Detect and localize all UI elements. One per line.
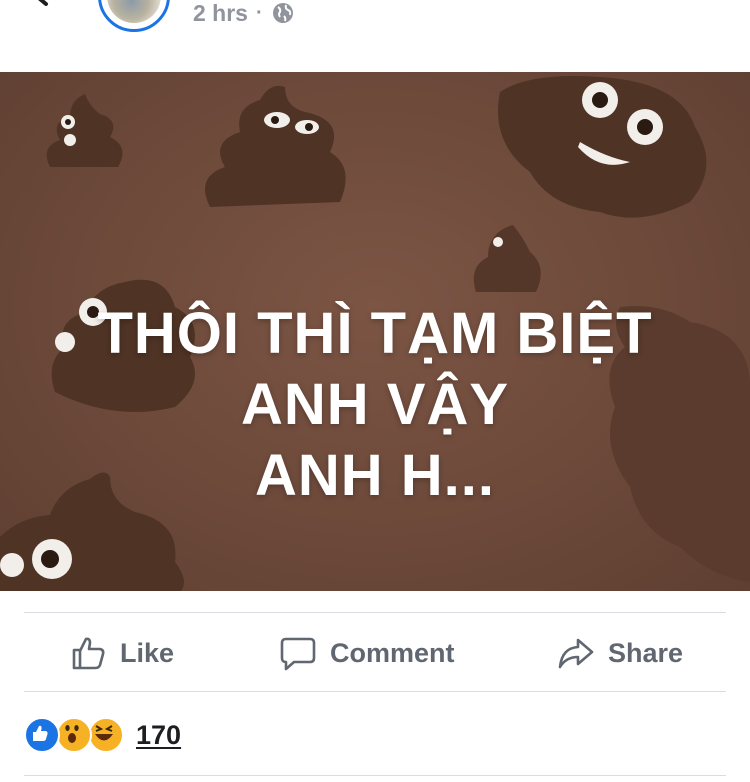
comment-label: Comment	[330, 637, 455, 668]
poop-emoji-graphic	[46, 94, 123, 167]
post-meta: 2 hrs ·	[193, 0, 295, 28]
divider	[24, 775, 726, 776]
poop-emoji-graphic	[205, 85, 346, 207]
post-header: 2 hrs ·	[0, 0, 750, 72]
reactions-summary[interactable]: 170	[24, 716, 181, 754]
avatar-image	[107, 0, 161, 23]
avatar[interactable]	[98, 0, 170, 32]
comment-button[interactable]: Comment	[280, 614, 455, 692]
post-image[interactable]: THÔI THÌ TẠM BIỆT ANH VẬY ANH H...	[0, 72, 750, 591]
haha-reaction-icon	[88, 717, 124, 753]
poop-emoji-graphic	[473, 225, 541, 292]
image-caption-line: THÔI THÌ TẠM BIỆT	[97, 301, 653, 366]
image-caption-line: ANH VẬY	[240, 372, 510, 437]
action-bar: Like Comment Share	[0, 614, 750, 692]
divider	[24, 691, 726, 692]
divider	[24, 612, 726, 613]
globe-icon	[272, 3, 293, 23]
poop-emoji-graphic	[498, 76, 707, 218]
wow-reaction-icon	[56, 717, 92, 753]
reaction-count[interactable]: 170	[136, 720, 181, 751]
like-button[interactable]: Like	[70, 614, 174, 692]
comment-icon	[280, 637, 316, 671]
back-arrow-icon[interactable]	[28, 0, 58, 8]
share-button[interactable]: Share	[558, 614, 683, 692]
post-time[interactable]: 2 hrs	[193, 0, 248, 27]
image-caption-line: ANH H...	[255, 443, 495, 508]
like-label: Like	[120, 637, 175, 668]
like-reaction-icon	[24, 717, 60, 753]
share-arrow-icon	[558, 638, 594, 669]
thumbs-up-icon	[72, 637, 105, 670]
image-caption: THÔI THÌ TẠM BIỆT ANH VẬY ANH H...	[0, 298, 750, 511]
share-label: Share	[608, 637, 684, 668]
meta-separator: ·	[255, 1, 263, 24]
